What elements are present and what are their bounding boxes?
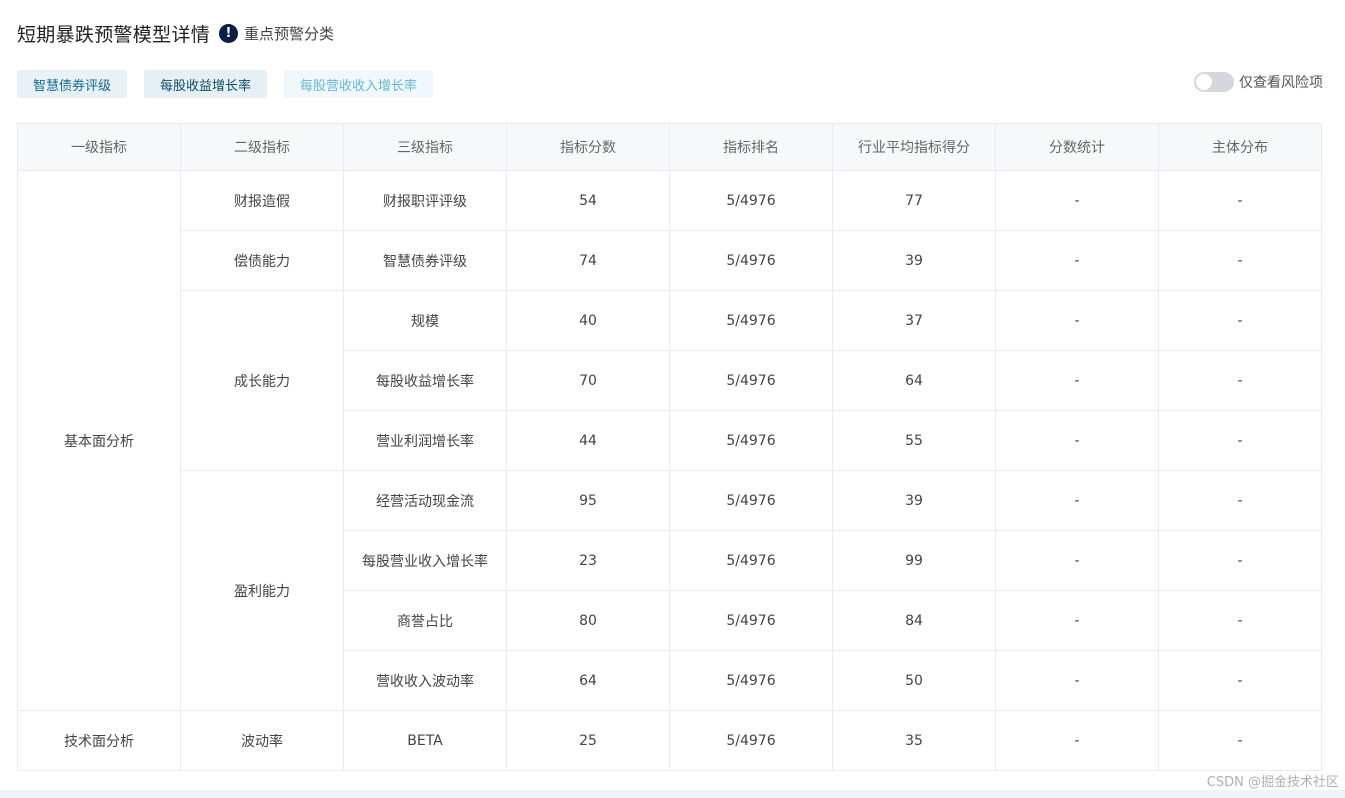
rank-cell: 5/4976 bbox=[669, 710, 833, 771]
rank-cell: 5/4976 bbox=[669, 350, 833, 411]
level3-cell: 规模 bbox=[343, 290, 507, 351]
dist-cell: - bbox=[1158, 410, 1322, 471]
col-header: 三级指标 bbox=[343, 123, 507, 171]
level1-cell: 技术面分析 bbox=[17, 710, 181, 771]
level3-cell: 营业利润增长率 bbox=[343, 410, 507, 471]
table-header-row: 一级指标 二级指标 三级指标 指标分数 指标排名 行业平均指标得分 分数统计 主… bbox=[17, 123, 1322, 171]
score-cell: 25 bbox=[506, 710, 670, 771]
indicator-table: 一级指标 二级指标 三级指标 指标分数 指标排名 行业平均指标得分 分数统计 主… bbox=[17, 123, 1322, 771]
page-subtitle: 重点预警分类 bbox=[244, 24, 335, 43]
dist-cell: - bbox=[1158, 350, 1322, 411]
level3-cell: 每股收益增长率 bbox=[343, 350, 507, 411]
dist-cell: - bbox=[1158, 710, 1322, 771]
score-cell: 40 bbox=[506, 290, 670, 351]
level3-cell: 经营活动现金流 bbox=[343, 470, 507, 531]
stat-cell: - bbox=[995, 710, 1159, 771]
avg-cell: 99 bbox=[832, 530, 996, 591]
col-header: 指标分数 bbox=[506, 123, 670, 171]
dist-cell: - bbox=[1158, 530, 1322, 591]
stat-cell: - bbox=[995, 470, 1159, 531]
avg-cell: 39 bbox=[832, 470, 996, 531]
level3-cell: 财报职评评级 bbox=[343, 170, 507, 231]
avg-cell: 50 bbox=[832, 650, 996, 711]
level2-cell: 盈利能力 bbox=[180, 470, 344, 711]
dist-cell: - bbox=[1158, 290, 1322, 351]
avg-cell: 84 bbox=[832, 590, 996, 651]
avg-cell: 37 bbox=[832, 290, 996, 351]
table-row: 盈利能力 经营活动现金流 95 5/4976 39 - - bbox=[18, 470, 1322, 711]
score-cell: 23 bbox=[506, 530, 670, 591]
avg-cell: 64 bbox=[832, 350, 996, 411]
stat-cell: - bbox=[995, 230, 1159, 291]
table-row: 偿债能力 智慧债券评级 74 5/4976 39 - - bbox=[18, 230, 1322, 291]
table-row: 成长能力 规模 40 5/4976 37 - - bbox=[18, 290, 1322, 471]
page-title: 短期暴跌预警模型详情 bbox=[17, 23, 211, 46]
avg-cell: 39 bbox=[832, 230, 996, 291]
page-header: 短期暴跌预警模型详情 ! 重点预警分类 bbox=[17, 18, 334, 48]
table-row: 技术面分析 波动率 BETA 25 5/4976 35 - - bbox=[17, 710, 1322, 771]
risk-only-label: 仅查看风险项 bbox=[1239, 75, 1323, 91]
level3-cell: 营收收入波动率 bbox=[343, 650, 507, 711]
level2-cell: 波动率 bbox=[180, 710, 344, 771]
col-header: 主体分布 bbox=[1158, 123, 1322, 171]
rank-cell: 5/4976 bbox=[669, 410, 833, 471]
col-header: 指标排名 bbox=[669, 123, 833, 171]
score-cell: 74 bbox=[506, 230, 670, 291]
stat-cell: - bbox=[995, 170, 1159, 231]
risk-only-toggle-wrap: 仅查看风险项 bbox=[1194, 72, 1323, 92]
tab-revenue-growth[interactable]: 每股营收收入增长率 bbox=[284, 70, 434, 98]
avg-cell: 35 bbox=[832, 710, 996, 771]
table-row: 基本面分析 财报造假 财报职评评级 54 5/4976 77 - - bbox=[17, 170, 1322, 711]
watermark: CSDN @掘金技术社区 bbox=[1206, 775, 1339, 790]
tab-eps-growth[interactable]: 每股收益增长率 bbox=[144, 70, 268, 98]
rank-cell: 5/4976 bbox=[669, 590, 833, 651]
bottom-strip bbox=[0, 790, 1345, 798]
score-cell: 70 bbox=[506, 350, 670, 411]
level2-cell: 财报造假 bbox=[180, 170, 344, 231]
rank-cell: 5/4976 bbox=[669, 230, 833, 291]
rank-cell: 5/4976 bbox=[669, 170, 833, 231]
score-cell: 44 bbox=[506, 410, 670, 471]
toggle-knob bbox=[1196, 74, 1212, 90]
rank-cell: 5/4976 bbox=[669, 290, 833, 351]
level1-cell: 基本面分析 bbox=[17, 170, 181, 711]
avg-cell: 77 bbox=[832, 170, 996, 231]
score-cell: 80 bbox=[506, 590, 670, 651]
stat-cell: - bbox=[995, 410, 1159, 471]
col-header: 二级指标 bbox=[180, 123, 344, 171]
score-cell: 64 bbox=[506, 650, 670, 711]
col-header: 分数统计 bbox=[995, 123, 1159, 171]
stat-cell: - bbox=[995, 590, 1159, 651]
rank-cell: 5/4976 bbox=[669, 650, 833, 711]
rank-cell: 5/4976 bbox=[669, 530, 833, 591]
level2-cell: 成长能力 bbox=[180, 290, 344, 471]
stat-cell: - bbox=[995, 650, 1159, 711]
dist-cell: - bbox=[1158, 170, 1322, 231]
level3-cell: 商誉占比 bbox=[343, 590, 507, 651]
level3-cell: BETA bbox=[343, 710, 507, 771]
stat-cell: - bbox=[995, 350, 1159, 411]
tab-bond-rating[interactable]: 智慧债券评级 bbox=[17, 70, 128, 98]
rank-cell: 5/4976 bbox=[669, 470, 833, 531]
stat-cell: - bbox=[995, 530, 1159, 591]
dist-cell: - bbox=[1158, 230, 1322, 291]
stat-cell: - bbox=[995, 290, 1159, 351]
level2-cell: 偿债能力 bbox=[180, 230, 344, 291]
dist-cell: - bbox=[1158, 470, 1322, 531]
dist-cell: - bbox=[1158, 650, 1322, 711]
level3-cell: 每股营业收入增长率 bbox=[343, 530, 507, 591]
avg-cell: 55 bbox=[832, 410, 996, 471]
info-icon[interactable]: ! bbox=[219, 23, 239, 43]
score-cell: 95 bbox=[506, 470, 670, 531]
dist-cell: - bbox=[1158, 590, 1322, 651]
filter-tabs: 智慧债券评级 每股收益增长率 每股营收收入增长率 bbox=[17, 70, 450, 98]
risk-only-toggle[interactable] bbox=[1194, 72, 1234, 92]
level3-cell: 智慧债券评级 bbox=[343, 230, 507, 291]
col-header: 行业平均指标得分 bbox=[832, 123, 996, 171]
score-cell: 54 bbox=[506, 170, 670, 231]
col-header: 一级指标 bbox=[17, 123, 181, 171]
